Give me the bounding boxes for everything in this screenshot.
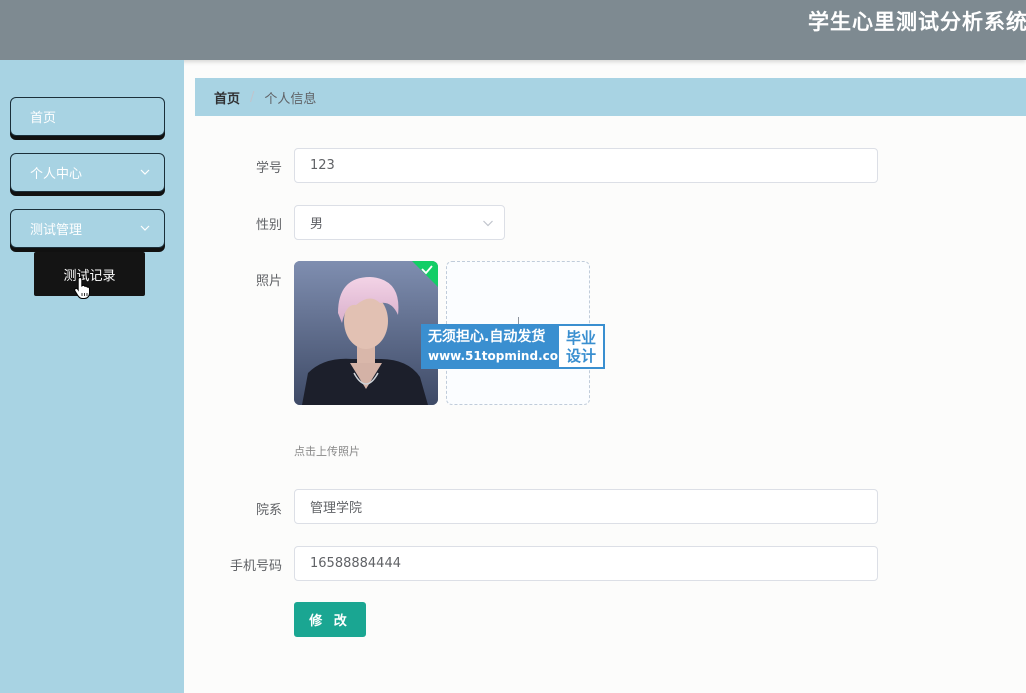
breadcrumb: 首页 / 个人信息 — [195, 78, 1026, 116]
watermark-line1: 无须担心.自动发货 — [428, 329, 546, 345]
student-id-input[interactable]: 123 — [294, 148, 878, 183]
watermark-badge-line1: 毕业 — [565, 328, 596, 347]
watermark-line2: www.51topmind.com — [428, 349, 571, 363]
top-header: 学生心里测试分析系统 — [0, 0, 1026, 60]
sidebar-item-label: 测试管理 — [30, 223, 83, 238]
watermark-badge: 毕业 设计 — [559, 326, 603, 367]
department-label: 院系 — [255, 503, 282, 518]
chevron-down-icon — [140, 225, 150, 231]
watermark-banner: 无须担心.自动发货 www.51topmind.com 毕业 设计 — [421, 324, 605, 369]
breadcrumb-current: 个人信息 — [264, 91, 317, 107]
photo-label: 照片 — [255, 274, 282, 289]
gender-label: 性别 — [255, 218, 282, 233]
sidebar-item-label: 首页 — [30, 111, 57, 126]
site-title: 学生心里测试分析系统 — [808, 10, 1026, 34]
uploaded-photo[interactable] — [294, 261, 438, 405]
upload-tip: 点击上传照片 — [294, 445, 360, 458]
watermark-badge-line2: 设计 — [565, 346, 596, 365]
submit-button[interactable]: 修 改 — [294, 602, 366, 637]
sidebar-item-test-management[interactable]: 测试管理 — [10, 209, 165, 248]
hand-pointer-icon — [74, 276, 90, 299]
gender-select[interactable]: 男 — [294, 205, 505, 240]
phone-label: 手机号码 — [229, 559, 282, 574]
sidebar-item-home[interactable]: 首页 — [10, 97, 165, 136]
phone-value: 16588884444 — [310, 556, 401, 571]
chevron-down-icon — [140, 169, 150, 175]
department-input[interactable]: 管理学院 — [294, 489, 878, 524]
department-value: 管理学院 — [310, 501, 363, 516]
sidebar-item-label: 个人中心 — [30, 167, 83, 182]
student-id-value: 123 — [310, 158, 335, 173]
chevron-down-icon — [483, 220, 493, 227]
student-id-label: 学号 — [255, 161, 282, 176]
breadcrumb-home[interactable]: 首页 — [214, 88, 240, 107]
phone-input[interactable]: 16588884444 — [294, 546, 878, 581]
sidebar-item-personal-center[interactable]: 个人中心 — [10, 153, 165, 192]
breadcrumb-separator: / — [250, 89, 255, 105]
gender-value: 男 — [310, 217, 324, 232]
portrait-image — [294, 261, 438, 405]
